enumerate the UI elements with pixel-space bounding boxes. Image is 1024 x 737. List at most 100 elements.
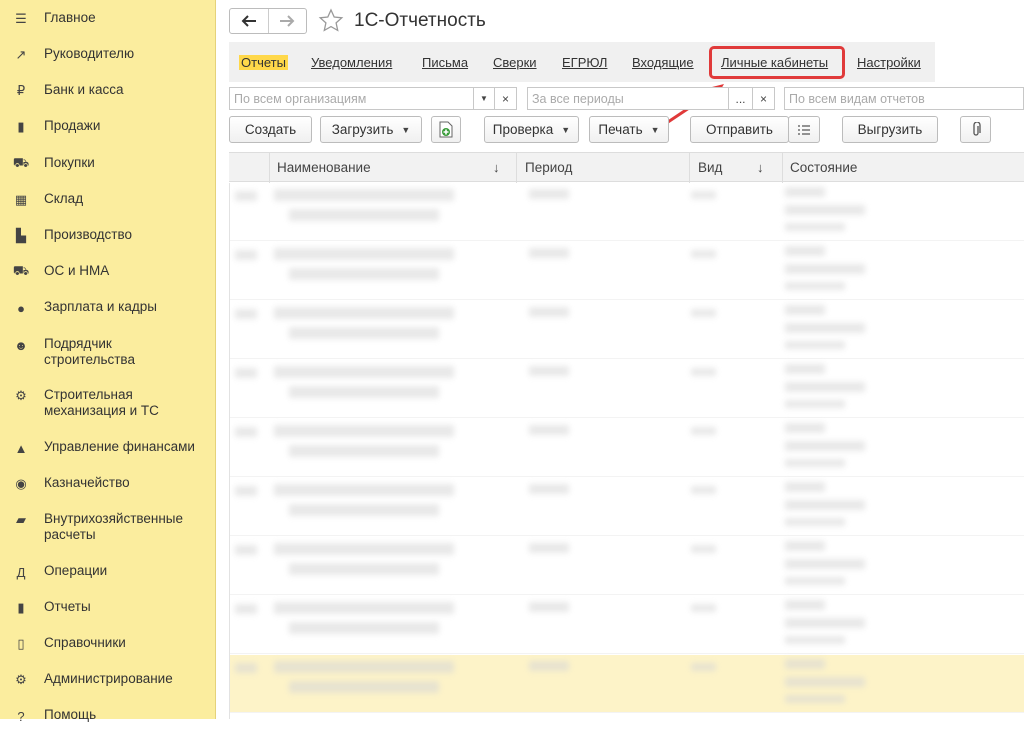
sidebar-item[interactable]: ⛟ Покупки [0, 155, 216, 185]
sidebar-item[interactable]: ▙ Производство [0, 227, 216, 257]
attachment-button[interactable] [960, 116, 991, 143]
obscured-cell [785, 618, 865, 628]
sidebar-item[interactable]: ▮ Продажи [0, 118, 216, 148]
sort-arrow-icon: ↓ [757, 160, 764, 175]
table-row[interactable] [229, 537, 1024, 595]
chevron-down-icon: ▼ [650, 124, 660, 135]
sidebar-item[interactable]: ◉ Казначейство [0, 475, 216, 505]
new-document-button[interactable] [431, 116, 461, 143]
sidebar-item[interactable]: ⛟ ОС и НМА [0, 263, 216, 293]
forward-button[interactable] [267, 9, 306, 33]
sidebar-item[interactable]: Д Операции [0, 563, 216, 593]
machinery-icon: ⚙ [15, 388, 27, 403]
sidebar-item[interactable]: ? Помощь [0, 707, 216, 737]
load-button[interactable]: Загрузить ▼ [320, 116, 422, 143]
trend-icon: ↗ [15, 47, 27, 62]
arrow-left-icon [241, 15, 256, 27]
obscured-cell [785, 400, 845, 408]
obscured-cell [691, 427, 716, 435]
sidebar-item[interactable]: ▮ Отчеты [0, 599, 216, 629]
organization-clear-button[interactable]: × [494, 87, 517, 110]
obscured-cell [235, 604, 257, 614]
obscured-cell [785, 600, 825, 610]
coins-icon: ◉ [15, 476, 27, 491]
obscured-cell [289, 445, 439, 457]
report-type-filter-input[interactable]: По всем видам отчетов [784, 87, 1024, 110]
chevron-down-icon: ▼ [561, 124, 571, 135]
obscured-cell [274, 602, 454, 614]
sidebar-item[interactable]: ₽ Банк и касса [0, 82, 216, 112]
sort-arrow-icon: ↓ [493, 160, 500, 175]
table-row[interactable] [229, 301, 1024, 359]
close-icon: × [759, 91, 767, 106]
table-row[interactable] [229, 596, 1024, 654]
table-row[interactable] [229, 478, 1024, 536]
highlight-frame [709, 46, 845, 79]
sidebar: ☰ Главное ↗ Руководителю ₽ Банк и касса ▮ Прода… [0, 0, 216, 724]
table-row[interactable] [229, 360, 1024, 418]
sidebar-item-label: Справочники [44, 635, 126, 650]
tab-reports[interactable]: Отчеты [239, 55, 288, 70]
check-button[interactable]: Проверка ▼ [484, 116, 579, 143]
add-document-icon [439, 121, 453, 138]
period-clear-button[interactable]: × [752, 87, 775, 110]
tab-egrul[interactable]: ЕГРЮЛ [562, 55, 607, 70]
obscured-cell [529, 248, 569, 258]
sidebar-item[interactable]: ▲ Управление финансами [0, 439, 216, 469]
sidebar-item[interactable]: ▦ Склад [0, 191, 216, 221]
table-row[interactable] [229, 183, 1024, 241]
obscured-cell [785, 382, 865, 392]
obscured-cell [274, 661, 454, 673]
period-filter-input[interactable]: За все периоды [527, 87, 729, 110]
column-name[interactable]: Наименование [277, 160, 371, 175]
sidebar-item[interactable]: ▰ Внутрихозяйственные расчеты [0, 511, 216, 542]
table-row[interactable] [229, 655, 1024, 713]
print-button[interactable]: Печать ▼ [589, 116, 669, 143]
back-button[interactable] [230, 9, 268, 33]
obscured-cell [529, 307, 569, 317]
obscured-cell [785, 246, 825, 256]
sidebar-item[interactable]: ⚙ Администрирование [0, 671, 216, 701]
column-status[interactable]: Состояние [790, 160, 857, 175]
obscured-cell [785, 459, 845, 467]
favorite-star-icon[interactable] [318, 8, 344, 34]
sidebar-item[interactable]: ⚙ Строительная механизация и ТС [0, 387, 216, 418]
send-options-button[interactable] [788, 116, 820, 143]
obscured-cell [235, 191, 257, 201]
tab-letters[interactable]: Письма [422, 55, 468, 70]
tab-notifications[interactable]: Уведомления [311, 55, 392, 70]
organization-dropdown-button[interactable]: ▼ [473, 87, 495, 110]
obscured-cell [274, 484, 454, 496]
tab-settings[interactable]: Настройки [857, 55, 921, 70]
obscured-cell [274, 189, 454, 201]
obscured-cell [691, 663, 716, 671]
obscured-cell [785, 187, 825, 197]
obscured-cell [529, 189, 569, 199]
table-row[interactable] [229, 419, 1024, 477]
sidebar-item[interactable]: ↗ Руководителю [0, 46, 216, 76]
sidebar-item-label: Продажи [44, 118, 101, 133]
column-type[interactable]: Вид [698, 160, 722, 175]
obscured-cell [289, 563, 439, 575]
obscured-cell [691, 486, 716, 494]
send-button[interactable]: Отправить [690, 116, 789, 143]
obscured-cell [529, 543, 569, 553]
column-period[interactable]: Период [525, 160, 572, 175]
sidebar-item[interactable]: ☻ Подрядчик строительства [0, 336, 216, 367]
create-button[interactable]: Создать [229, 116, 312, 143]
sidebar-item[interactable]: ☰ Главное [0, 10, 216, 40]
sidebar-item[interactable]: ▯ Справочники [0, 635, 216, 665]
tab-incoming[interactable]: Входящие [632, 55, 694, 70]
dt-kt-icon: Д [16, 564, 26, 580]
tab-reconciliations[interactable]: Сверки [493, 55, 537, 70]
obscured-cell [691, 250, 716, 258]
export-button[interactable]: Выгрузить [842, 116, 938, 143]
obscured-cell [691, 368, 716, 376]
period-choose-button[interactable]: ... [728, 87, 753, 110]
sidebar-item[interactable]: ● Зарплата и кадры [0, 299, 216, 329]
organization-filter-input[interactable]: По всем организациям [229, 87, 474, 110]
cart-icon: ⛟ [12, 155, 30, 170]
sidebar-item-label: Производство [44, 227, 133, 242]
obscured-cell [529, 602, 569, 612]
table-row[interactable] [229, 242, 1024, 300]
